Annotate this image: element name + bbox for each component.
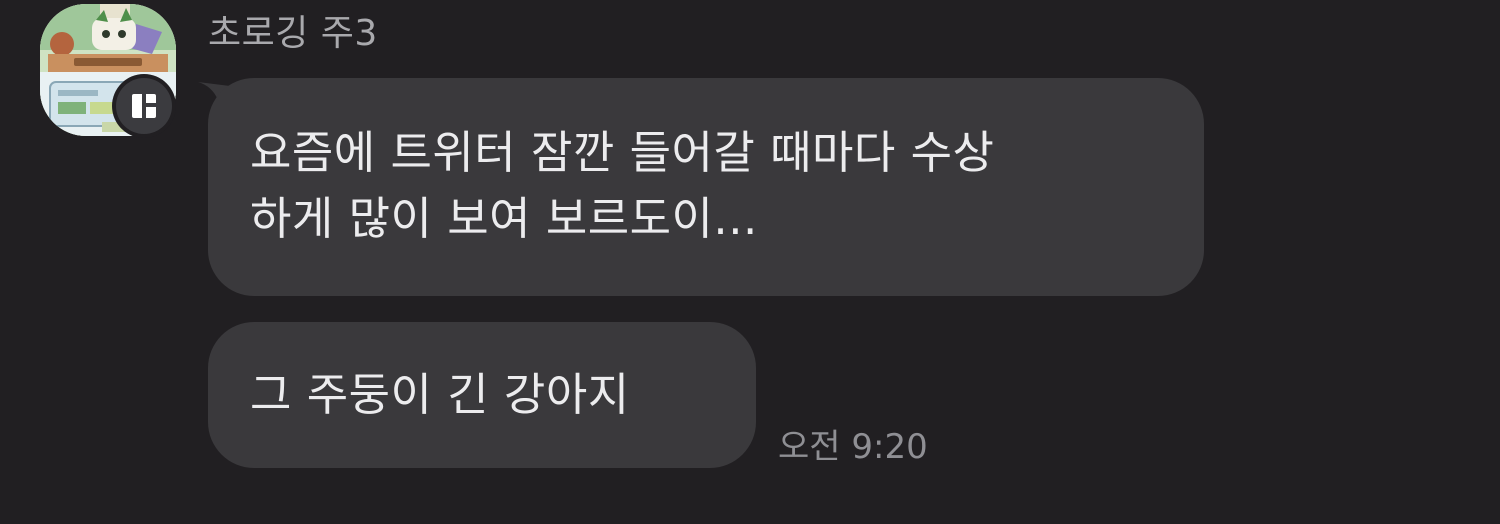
message-bubble[interactable]: 그 주둥이 긴 강아지	[208, 322, 756, 468]
message-text-line: 하게 많이 보여 보르도이...	[250, 192, 758, 245]
message-text-line: 요즘에 트위터 잠깐 들어갈 때마다 수상	[250, 126, 995, 179]
channel-badge-icon	[112, 74, 176, 138]
sender-name[interactable]: 초로깅 주3	[208, 8, 378, 60]
message-timestamp: 오전 9:20	[778, 427, 928, 467]
message-bubble[interactable]: 요즘에 트위터 잠깐 들어갈 때마다 수상 하게 많이 보여 보르도이...	[208, 78, 1204, 296]
badge-glyph-icon	[132, 94, 156, 118]
chat-view: 초로깅 주3 요즘에 트위터 잠깐 들어갈 때마다 수상 하게 많이 보여 보르…	[0, 0, 1500, 524]
message-text: 그 주둥이 긴 강아지	[250, 368, 630, 421]
